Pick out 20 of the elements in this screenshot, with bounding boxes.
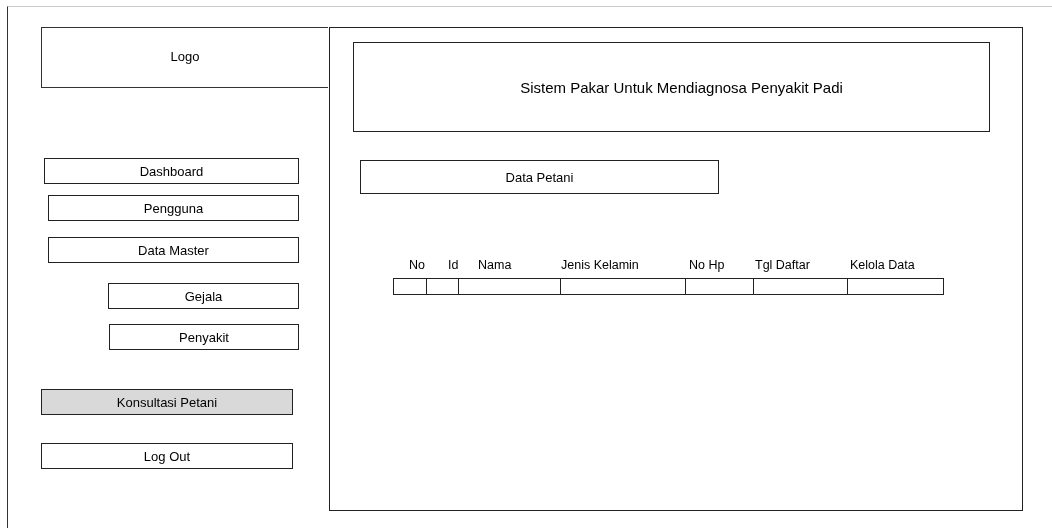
column-header: Id — [447, 258, 458, 274]
table-cell — [393, 278, 427, 295]
menu-item[interactable]: Log Out — [41, 443, 293, 469]
menu-item[interactable]: Dashboard — [44, 158, 299, 184]
column-header: Kelola Data — [849, 258, 916, 274]
section-title: Data Petani — [360, 160, 719, 194]
logo: Logo — [41, 27, 328, 88]
menu-item[interactable]: Gejala — [108, 283, 299, 309]
table-cell — [426, 278, 459, 295]
menu-item[interactable]: Data Master — [48, 237, 299, 263]
column-header: Jenis Kelamin — [560, 258, 640, 274]
column-header: Nama — [477, 258, 513, 274]
menu-item[interactable]: Pengguna — [48, 195, 299, 221]
column-header: No Hp — [688, 258, 726, 274]
menu-item[interactable]: Penyakit — [109, 324, 299, 350]
page-title: Sistem Pakar Untuk Mendiagnosa Penyakit Padi — [353, 42, 990, 132]
column-header: No — [408, 258, 426, 274]
table-cell — [685, 278, 754, 295]
column-header: Tgl Daftar — [754, 258, 811, 274]
menu-item[interactable]: Konsultasi Petani — [41, 389, 293, 415]
